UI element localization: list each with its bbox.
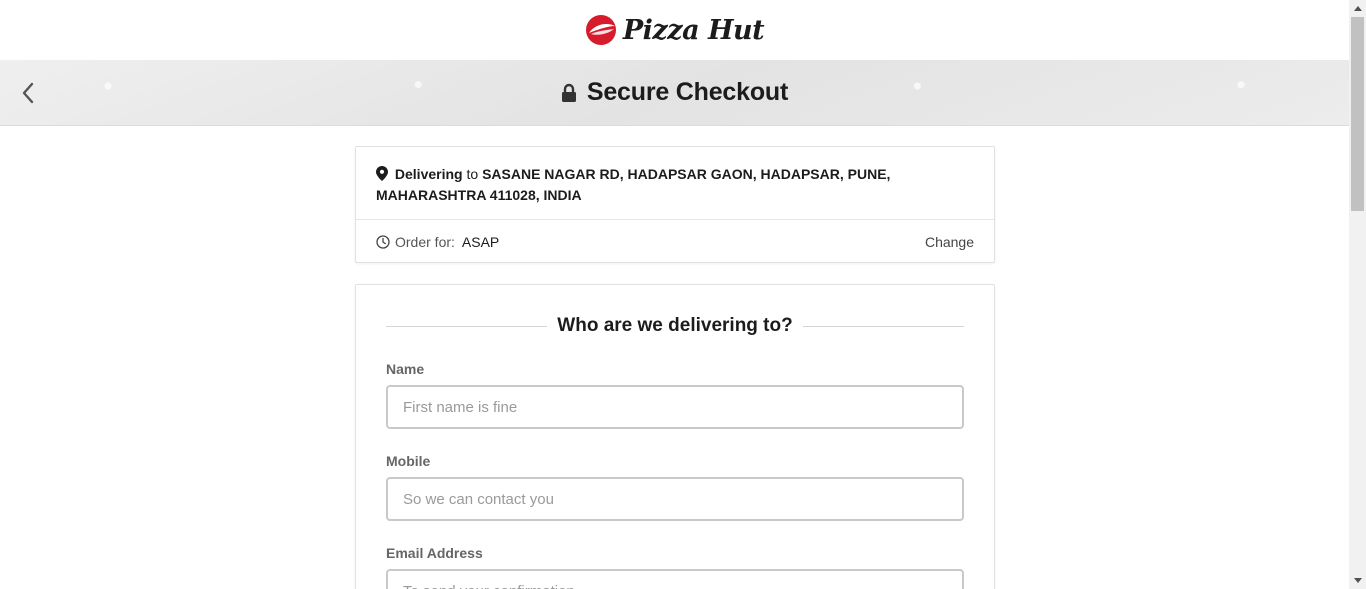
scroll-thumb[interactable] — [1351, 17, 1364, 211]
chevron-left-icon — [22, 82, 34, 104]
mobile-input[interactable] — [386, 477, 964, 521]
brand-name: Pizza Hut — [622, 14, 765, 46]
name-label: Name — [386, 361, 425, 377]
order-for-value: ASAP — [461, 233, 500, 250]
scroll-up-arrow[interactable] — [1349, 0, 1366, 17]
section-title: Who are we delivering to? — [557, 315, 793, 336]
order-time-row: Order for: ASAP Change — [356, 220, 994, 263]
delivery-connector: to — [466, 166, 479, 182]
clock-icon — [376, 234, 390, 249]
delivery-summary-card: Delivering to SASANE NAGAR RD, HADAPSAR … — [355, 146, 995, 263]
map-pin-icon — [376, 166, 388, 181]
heading-divider-left — [386, 325, 548, 327]
email-label: Email Address — [386, 545, 483, 561]
caret-down-icon — [1353, 578, 1362, 583]
header-logo-bar: Pizza Hut — [0, 0, 1349, 60]
mobile-label: Mobile — [386, 453, 431, 469]
pizza-hut-logo[interactable]: Pizza Hut — [585, 14, 765, 46]
checkout-banner: Secure Checkout — [0, 60, 1349, 126]
name-field-group: Name — [386, 361, 964, 429]
delivery-mode-label: Delivering — [394, 166, 463, 182]
scroll-down-arrow[interactable] — [1349, 572, 1366, 589]
banner-title-group: Secure Checkout — [561, 78, 788, 107]
contact-details-card: Who are we delivering to? Name Mobile Em… — [355, 284, 995, 589]
caret-up-icon — [1353, 6, 1362, 11]
change-order-time-link[interactable]: Change — [925, 234, 974, 250]
email-field-group: Email Address — [386, 545, 964, 589]
pizza-hut-logo-icon — [585, 15, 616, 45]
name-input[interactable] — [386, 385, 964, 429]
lock-icon — [561, 83, 576, 102]
back-button[interactable] — [16, 80, 40, 106]
page: Pizza Hut Secure Checkout Delivering to — [0, 0, 1349, 589]
email-input[interactable] — [386, 569, 964, 589]
page-scrollbar[interactable] — [1349, 0, 1366, 589]
page-title: Secure Checkout — [586, 78, 789, 106]
heading-divider-right — [802, 325, 965, 327]
section-heading: Who are we delivering to? — [386, 313, 965, 339]
order-time-info: Order for: ASAP — [376, 234, 499, 250]
delivery-address-row: Delivering to SASANE NAGAR RD, HADAPSAR … — [356, 147, 994, 220]
order-for-label: Order for: — [395, 233, 455, 250]
mobile-field-group: Mobile — [386, 453, 964, 521]
